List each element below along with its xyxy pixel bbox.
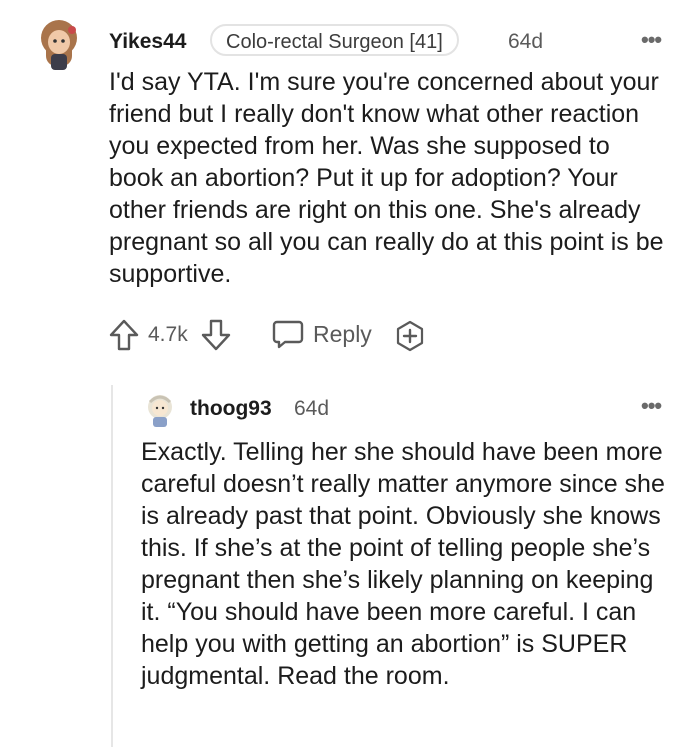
reply-username[interactable]: thoog93 <box>190 397 272 421</box>
upvote-arrow-icon <box>109 319 139 351</box>
user-avatar[interactable] <box>34 16 84 72</box>
award-plus-icon <box>396 320 424 352</box>
reply-body: Exactly. Telling her she should have bee… <box>141 438 665 690</box>
reply-label: Reply <box>313 320 372 347</box>
downvote-button[interactable] <box>200 318 232 352</box>
reply-button[interactable]: Reply <box>271 318 372 350</box>
avatar-icon <box>41 20 77 70</box>
comment-body: I'd say YTA. I'm sure you're concerned a… <box>109 68 664 288</box>
reply-age[interactable]: 64d <box>294 397 329 421</box>
upvote-button[interactable] <box>108 318 140 352</box>
downvote-arrow-icon <box>201 319 231 351</box>
reply-avatar[interactable] <box>142 392 178 428</box>
user-flair: Colo-rectal Surgeon [41] <box>210 24 459 56</box>
comment-bubble-icon <box>272 320 304 349</box>
reply-more-options[interactable]: ••• <box>641 393 662 419</box>
comment-age[interactable]: 64d <box>508 30 543 54</box>
thread-line[interactable] <box>111 385 113 747</box>
comment-username[interactable]: Yikes44 <box>109 30 186 54</box>
avatar-icon <box>148 395 172 427</box>
vote-score: 4.7k <box>148 323 188 346</box>
award-button[interactable] <box>393 319 427 353</box>
comment-more-options[interactable]: ••• <box>641 27 662 53</box>
